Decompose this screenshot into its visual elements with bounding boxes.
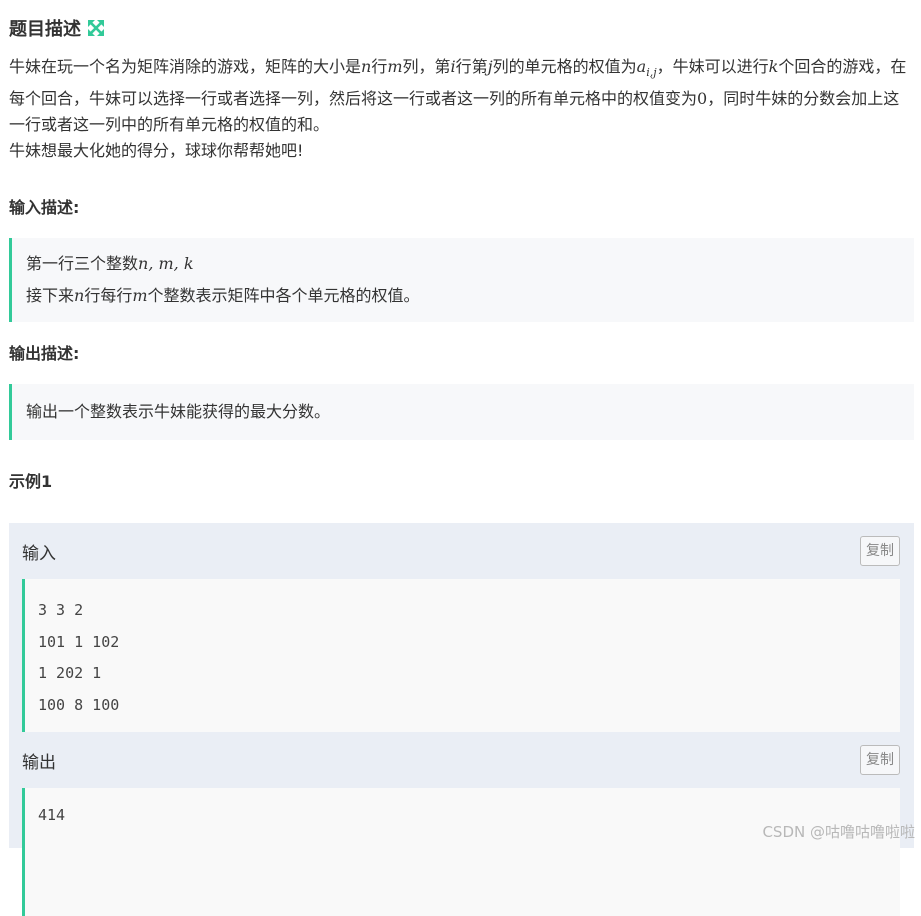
input-line-2: 接下来n行每行m个整数表示矩阵中各个单元格的权值。 — [26, 286, 420, 305]
problem-description: 牛妹在玩一个名为矩阵消除的游戏，矩阵的大小是n行m列，第i行第j列的单元格的权值… — [9, 54, 914, 164]
code-line: 101 1 102 — [38, 632, 120, 651]
description-paragraph-2: 牛妹想最大化她的得分，球球你帮帮她吧! — [9, 141, 304, 160]
example-input-label: 输入 — [22, 543, 56, 564]
code-line: 414 — [38, 806, 66, 824]
input-description-title: 输入描述: — [9, 198, 80, 217]
code-line: 100 8 100 — [38, 695, 120, 714]
example-input-header: 输入 复制 — [9, 523, 914, 579]
page-title: 题目描述 — [9, 19, 81, 40]
input-line-1: 第一行三个整数n, m, k — [26, 254, 194, 273]
example-output-header: 输出 复制 — [9, 732, 914, 788]
output-text: 输出一个整数表示牛妹能获得的最大分数。 — [26, 402, 331, 421]
description-paragraph: 牛妹在玩一个名为矩阵消除的游戏，矩阵的大小是n行m列，第i行第j列的单元格的权值… — [9, 57, 907, 134]
code-line: 1 202 1 — [38, 664, 102, 682]
copy-input-button[interactable]: 复制 — [860, 536, 900, 566]
example-output-code: 414 — [22, 788, 900, 916]
code-line: 3 3 2 — [38, 601, 84, 619]
title-row: 题目描述 — [9, 16, 914, 40]
example-output-label: 输出 — [22, 752, 56, 773]
output-description-block: 输出一个整数表示牛妹能获得的最大分数。 — [9, 384, 914, 440]
expand-icon[interactable] — [87, 19, 105, 37]
example-title: 示例1 — [9, 472, 53, 491]
input-description-block: 第一行三个整数n, m, k 接下来n行每行m个整数表示矩阵中各个单元格的权值。 — [9, 238, 914, 322]
problem-page: 题目描述 牛妹在玩一个名为矩阵消除的游戏，矩阵的大小是n行m列，第i行第j列的单… — [0, 16, 914, 492]
output-description-title: 输出描述: — [9, 344, 80, 363]
example-input-code: 3 3 2 101 1 102 1 202 1 100 8 100 — [22, 579, 900, 737]
example-input-box: 输入 复制 3 3 2 101 1 102 1 202 1 100 8 100 — [9, 523, 914, 737]
copy-output-button[interactable]: 复制 — [860, 745, 900, 775]
